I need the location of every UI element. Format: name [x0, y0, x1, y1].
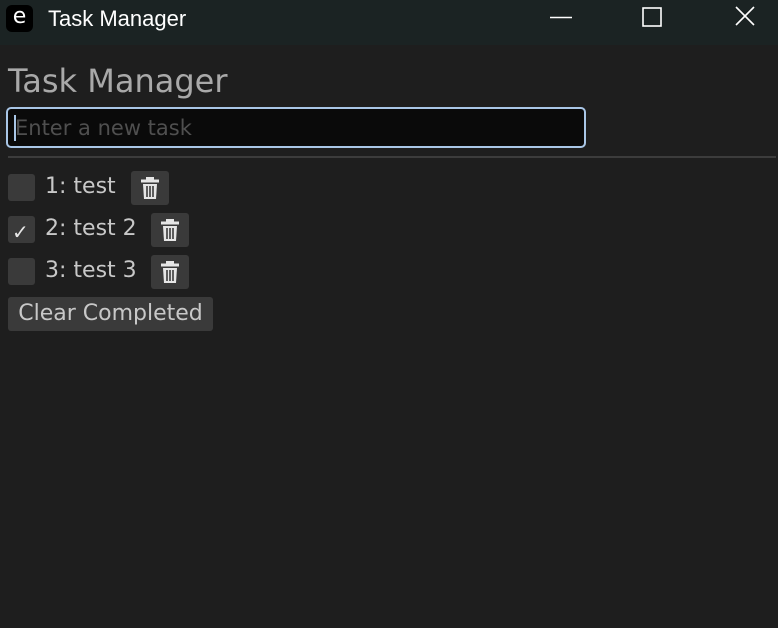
divider: [8, 156, 776, 158]
task-checkbox[interactable]: [8, 258, 35, 285]
delete-task-button[interactable]: [131, 171, 169, 205]
trash-icon: [161, 261, 179, 283]
task-item: 3: test 3: [8, 255, 198, 289]
task-manager-window: e Task Manager Task Manager 1: test: [0, 0, 778, 628]
page-title: Task Manager: [8, 62, 228, 100]
close-button[interactable]: [722, 0, 768, 38]
task-checkbox[interactable]: ✓: [8, 216, 35, 243]
task-label: 2: test 2: [45, 216, 137, 241]
app-icon: e: [6, 5, 33, 32]
text-caret: [14, 115, 16, 141]
delete-task-button[interactable]: [151, 255, 189, 289]
checkmark-icon: ✓: [12, 220, 29, 244]
minimize-button[interactable]: [538, 0, 584, 38]
task-label: 3: test 3: [45, 258, 137, 283]
close-icon: [735, 6, 755, 26]
trash-icon: [161, 219, 179, 241]
task-label: 1: test: [45, 174, 116, 199]
clear-completed-button[interactable]: Clear Completed: [8, 297, 213, 331]
maximize-icon: [642, 7, 662, 27]
trash-icon: [141, 177, 159, 199]
minimize-icon: [550, 16, 572, 19]
delete-task-button[interactable]: [151, 213, 189, 247]
new-task-input[interactable]: [6, 107, 586, 148]
task-item: 1: test: [8, 171, 178, 205]
maximize-button[interactable]: [629, 0, 675, 38]
task-item: ✓ 2: test 2: [8, 213, 198, 247]
window-title: Task Manager: [48, 6, 187, 31]
title-bar[interactable]: e Task Manager: [0, 0, 778, 45]
task-checkbox[interactable]: [8, 174, 35, 201]
